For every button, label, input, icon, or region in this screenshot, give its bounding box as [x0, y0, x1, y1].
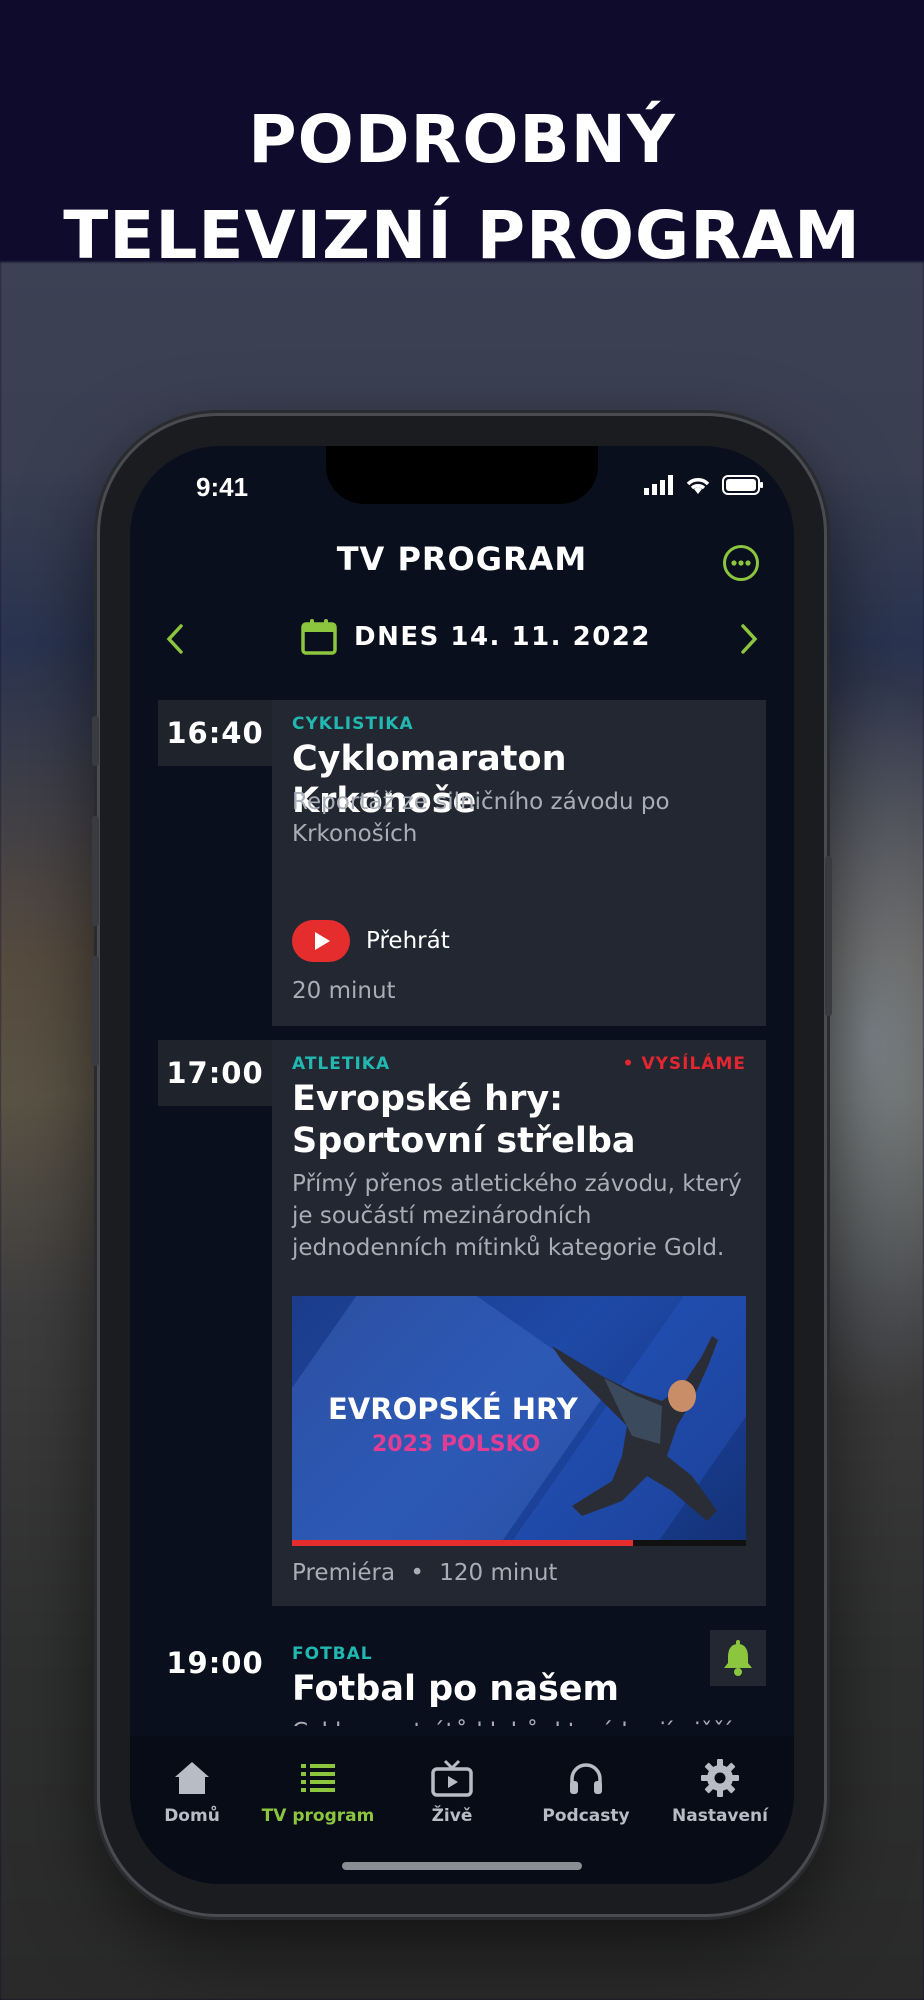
promo-headline-line2: TELEVIZNÍ PROGRAM — [63, 197, 861, 274]
tab-tv-program[interactable]: TV program — [258, 1758, 378, 1826]
play-row[interactable]: Přehrát — [292, 920, 450, 962]
signal-icon — [644, 475, 673, 495]
program-title: Evropské hry: Sportovní střelba — [292, 1079, 636, 1161]
program-list[interactable]: 16:40 CYKLISTIKA Cyklomaraton Krkonoše R… — [130, 700, 794, 1726]
chevron-left-icon — [166, 624, 183, 654]
watch-progress — [292, 1540, 746, 1546]
wifi-icon — [686, 478, 710, 494]
tab-bar: Domů TV program Živě Podcasty Nastavení — [130, 1736, 794, 1884]
watch-progress-fill — [292, 1540, 633, 1546]
app-screen: 9:41 TV PROGRAM DNES 14. 11. 2022 16:40 … — [130, 446, 794, 1884]
more-icon — [723, 545, 759, 581]
next-day-button[interactable] — [738, 622, 760, 661]
tab-label: Domů — [164, 1806, 220, 1826]
tab-label: Nastavení — [672, 1806, 768, 1826]
headphones-icon — [570, 1763, 602, 1794]
date-navigator: DNES 14. 11. 2022 — [130, 616, 794, 666]
thumbnail-title: EVROPSKÉ HRY — [328, 1392, 578, 1426]
premiere-label: Premiéra — [292, 1560, 396, 1586]
phone-mute-switch — [92, 716, 99, 766]
play-icon[interactable] — [292, 920, 350, 962]
tv-icon — [431, 1759, 473, 1797]
tab-home[interactable]: Domů — [132, 1758, 252, 1826]
program-category: ATLETIKA — [292, 1054, 391, 1074]
program-time: 16:40 — [158, 700, 272, 766]
tab-podcasts[interactable]: Podcasty — [526, 1758, 646, 1826]
tab-label: TV program — [261, 1806, 375, 1826]
program-description: Přímý přenos atletického závodu, který j… — [292, 1171, 742, 1261]
battery-icon — [722, 475, 763, 495]
date-picker[interactable]: DNES 14. 11. 2022 — [300, 618, 651, 656]
program-description: Reportáž ze silničního závodu po Krkonoš… — [292, 789, 670, 847]
promo-headline: PODROBNÝ TELEVIZNÍ PROGRAM — [0, 92, 924, 284]
thumbnail-subtitle: 2023 POLSKO — [372, 1432, 541, 1457]
program-duration: 120 minut — [439, 1560, 558, 1586]
promo-headline-line1: PODROBNÝ — [248, 101, 676, 178]
tab-live[interactable]: Živě — [392, 1758, 512, 1826]
phone-volume-down — [92, 956, 99, 1066]
status-icons — [644, 474, 764, 496]
tab-settings[interactable]: Nastavení — [660, 1758, 780, 1826]
program-duration: 20 minut — [292, 978, 396, 1004]
phone-volume-up — [92, 816, 99, 926]
phone-power-button — [825, 856, 832, 1016]
notch — [326, 446, 598, 504]
gear-icon — [701, 1759, 739, 1797]
program-description: Cyklus portrétů klubů, které hrají nižší — [292, 1716, 752, 1726]
more-button[interactable] — [722, 544, 760, 582]
program-card[interactable]: CYKLISTIKA Cyklomaraton Krkonoše Reportá… — [272, 700, 766, 1026]
date-label: DNES 14. 11. 2022 — [354, 622, 651, 652]
chevron-right-icon — [741, 624, 758, 654]
program-category: CYKLISTIKA — [292, 714, 414, 734]
tab-label: Podcasty — [542, 1806, 630, 1826]
page-title: TV PROGRAM — [336, 540, 588, 578]
program-thumbnail[interactable]: EVROPSKÉ HRY 2023 POLSKO — [292, 1296, 746, 1546]
tab-label: Živě — [431, 1806, 473, 1826]
status-time: 9:41 — [196, 472, 249, 502]
program-time: 17:00 — [158, 1040, 272, 1106]
program-meta: Premiéra • 120 minut — [292, 1560, 557, 1586]
calendar-icon — [301, 619, 337, 655]
list-icon — [301, 1764, 335, 1792]
live-badge: • VYSÍLÁME — [622, 1054, 746, 1074]
meta-separator: • — [410, 1560, 424, 1586]
home-icon — [175, 1762, 209, 1794]
program-card[interactable]: ATLETIKA • VYSÍLÁME Evropské hry: Sporto… — [272, 1040, 766, 1606]
phone-frame: 9:41 TV PROGRAM DNES 14. 11. 2022 16:40 … — [92, 416, 832, 1914]
program-time: 19:00 — [166, 1646, 264, 1680]
program-card[interactable]: FOTBAL Fotbal po našem Cyklus portrétů k… — [272, 1630, 766, 1726]
program-title: Fotbal po našem — [292, 1669, 619, 1709]
play-label: Přehrát — [366, 928, 450, 954]
home-indicator[interactable] — [342, 1862, 582, 1870]
athlete-image — [552, 1336, 718, 1521]
previous-day-button[interactable] — [164, 622, 186, 661]
program-category: FOTBAL — [292, 1644, 373, 1664]
